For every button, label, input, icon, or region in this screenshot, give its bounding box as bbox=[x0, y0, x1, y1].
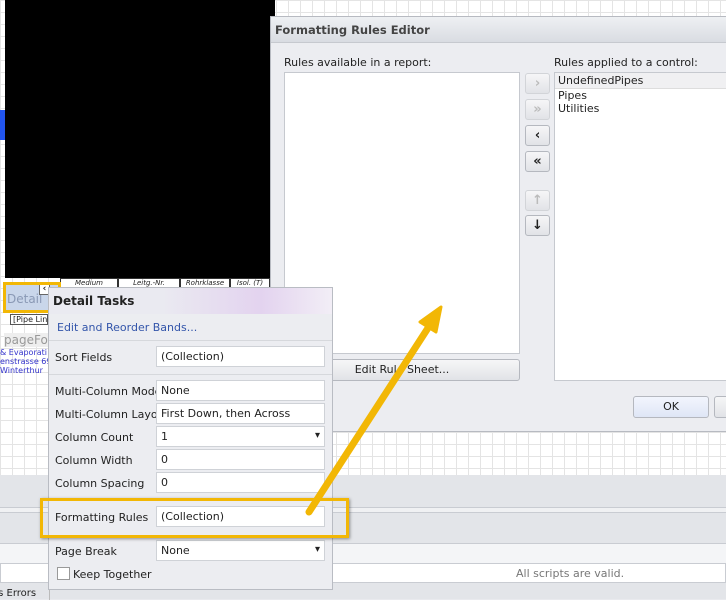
callout-arrow bbox=[305, 305, 443, 516]
arrow-head bbox=[418, 305, 443, 334]
arrow-shaft bbox=[305, 324, 432, 516]
